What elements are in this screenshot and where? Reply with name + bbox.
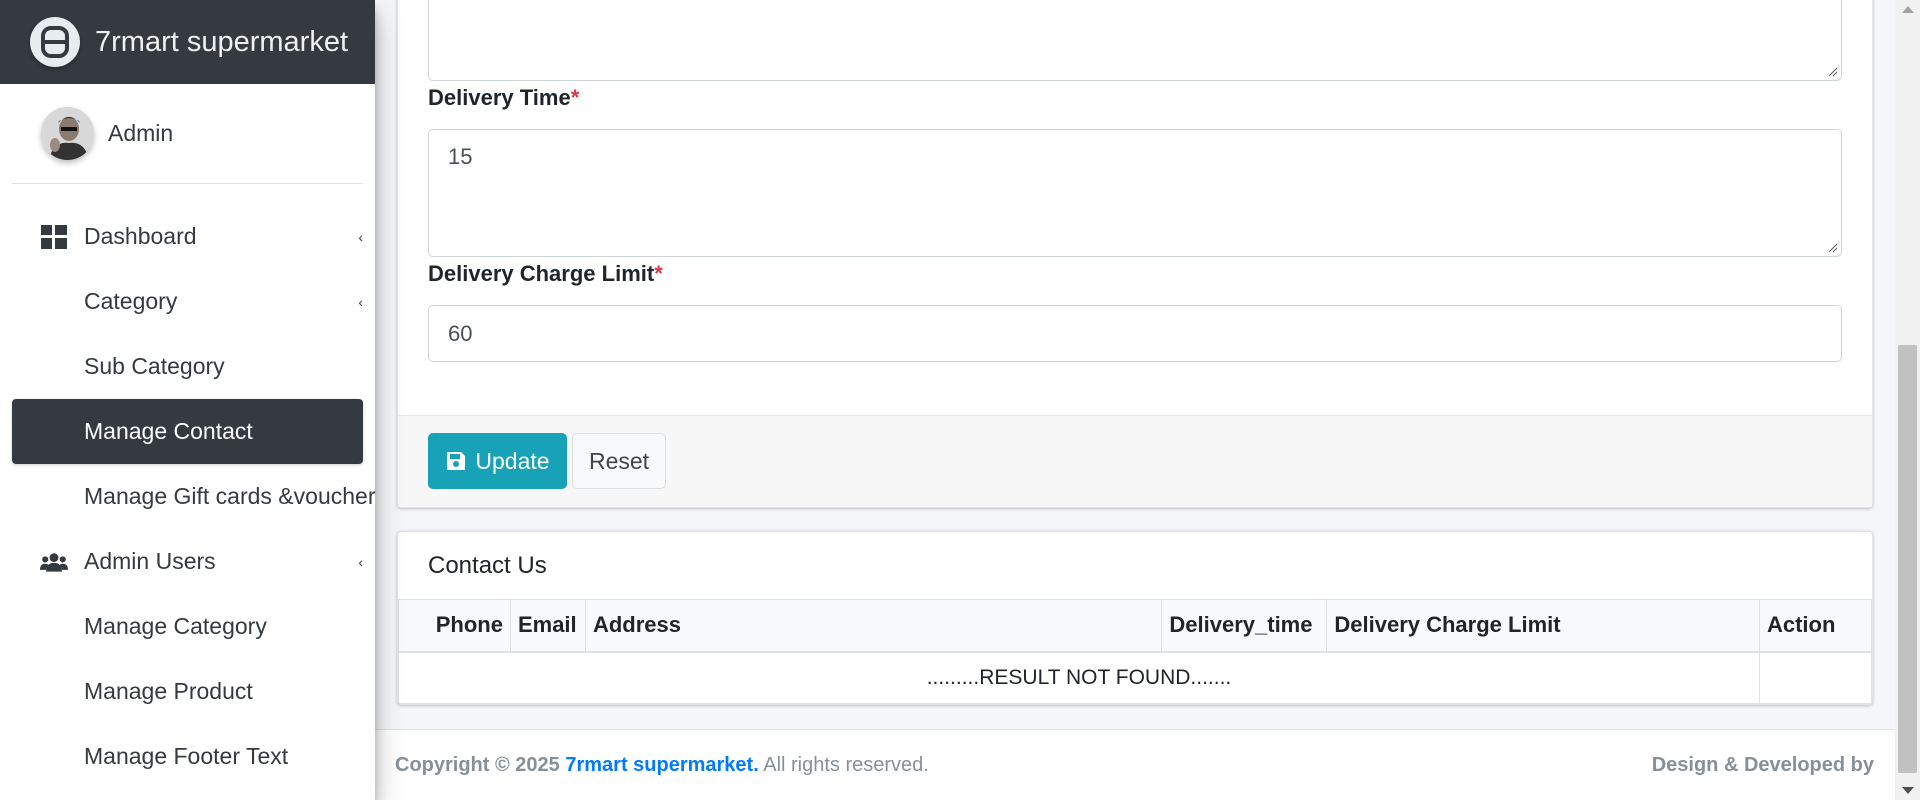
chevron-left-icon: ‹	[358, 228, 363, 245]
resize-grip-icon[interactable]	[1826, 241, 1838, 253]
page-scrollbar[interactable]	[1895, 0, 1920, 800]
sidebar-item-manage-product[interactable]: Manage Product	[12, 659, 363, 724]
column-header-delivery-charge-limit[interactable]: Delivery Charge Limit	[1326, 599, 1760, 653]
contact-list-title: Contact Us	[428, 552, 547, 579]
contact-list-card: Contact Us Phone Email Address Delivery_…	[397, 531, 1873, 705]
user-panel[interactable]: Admin	[12, 84, 363, 184]
scroll-up-icon[interactable]	[1902, 6, 1914, 13]
sidebar-item-manage-contact[interactable]: Manage Contact	[12, 399, 363, 464]
column-header-delivery-time[interactable]: Delivery_time	[1161, 599, 1328, 653]
table-row: .........RESULT NOT FOUND.......	[398, 651, 1873, 704]
avatar	[41, 107, 94, 160]
sidebar-item-label: Manage Gift cards &voucher	[84, 483, 376, 509]
empty-action-cell	[1758, 651, 1873, 704]
resize-grip-icon[interactable]	[1826, 65, 1838, 77]
address-textarea[interactable]	[428, 0, 1842, 81]
brand-name: 7rmart supermarket	[95, 25, 349, 58]
sidebar-item-sub-category[interactable]: Sub Category	[12, 334, 363, 399]
copyright-text: Copyright © 2025	[395, 754, 560, 776]
sidebar-item-label: Dashboard	[84, 223, 197, 249]
contact-table: Phone Email Address Delivery_time Delive…	[398, 599, 1873, 704]
brand-link[interactable]: 7rmart supermarket	[0, 0, 375, 84]
delivery-time-value: 15	[448, 144, 473, 169]
form-actions: Update Reset	[398, 415, 1872, 507]
sidebar-item-label: Manage Product	[84, 678, 253, 704]
delivery-time-label: Delivery Time*	[428, 85, 580, 110]
delivery-charge-limit-value: 60	[448, 321, 473, 346]
update-label: Update	[475, 447, 550, 474]
reset-button[interactable]: Reset	[572, 433, 666, 489]
sidebar-item-manage-category[interactable]: Manage Category	[12, 594, 363, 659]
sidebar-item-manage-gift-cards[interactable]: Manage Gift cards &voucher	[12, 464, 375, 529]
scroll-down-icon[interactable]	[1902, 787, 1914, 794]
sidebar-item-label: Manage Footer Text	[84, 743, 289, 769]
main-content: Delivery Time* 15 Delivery Charge Limit*…	[375, 0, 1895, 800]
delivery-time-textarea[interactable]: 15	[428, 129, 1842, 257]
sidebar-item-label: Category	[84, 288, 178, 314]
column-header-address[interactable]: Address	[584, 599, 1163, 653]
page-footer: Copyright © 2025 7rmart supermarket. All…	[375, 729, 1895, 800]
contact-form-card: Delivery Time* 15 Delivery Charge Limit*…	[397, 0, 1873, 508]
users-icon	[40, 548, 68, 576]
delivery-charge-limit-input[interactable]: 60	[428, 305, 1842, 362]
sidebar-item-label: Manage Category	[84, 613, 267, 639]
sidebar-item-category[interactable]: Category ‹	[12, 269, 363, 334]
adminlte-logo-icon	[30, 17, 80, 67]
footer-credits: Design & Developed by	[1651, 754, 1874, 776]
dashboard-grid-icon	[40, 223, 68, 251]
empty-result-message: .........RESULT NOT FOUND.......	[398, 651, 1760, 704]
sidebar-item-dashboard[interactable]: Dashboard ‹	[12, 204, 363, 269]
footer-brand-link[interactable]: 7rmart supermarket.	[565, 754, 758, 776]
column-header-action[interactable]: Action	[1758, 599, 1873, 653]
sidebar: 7rmart supermarket Admin Dashboard ‹ Cat…	[0, 0, 375, 800]
column-header-phone[interactable]: Phone	[398, 599, 511, 653]
chevron-left-icon: ‹	[358, 293, 363, 310]
save-icon	[447, 452, 466, 470]
column-header-email[interactable]: Email	[509, 599, 586, 653]
sidebar-item-admin-users[interactable]: Admin Users ‹	[12, 529, 363, 594]
update-button[interactable]: Update	[428, 433, 567, 489]
sidebar-item-label: Admin Users	[84, 548, 216, 574]
chevron-left-icon: ‹	[358, 553, 363, 570]
table-header-row: Phone Email Address Delivery_time Delive…	[398, 599, 1873, 653]
sidebar-item-manage-footer-text[interactable]: Manage Footer Text	[12, 724, 363, 789]
delivery-charge-limit-label: Delivery Charge Limit*	[428, 261, 663, 286]
scroll-thumb[interactable]	[1898, 345, 1917, 773]
sidebar-item-label: Sub Category	[84, 353, 225, 379]
user-name[interactable]: Admin	[108, 120, 173, 147]
rights-text: All rights reserved.	[763, 754, 929, 776]
footer-copyright: Copyright © 2025 7rmart supermarket. All…	[395, 754, 929, 777]
sidebar-item-label: Manage Contact	[84, 418, 253, 444]
sidebar-nav: Dashboard ‹ Category ‹ Sub Category Mana…	[0, 204, 375, 789]
reset-label: Reset	[588, 447, 650, 474]
